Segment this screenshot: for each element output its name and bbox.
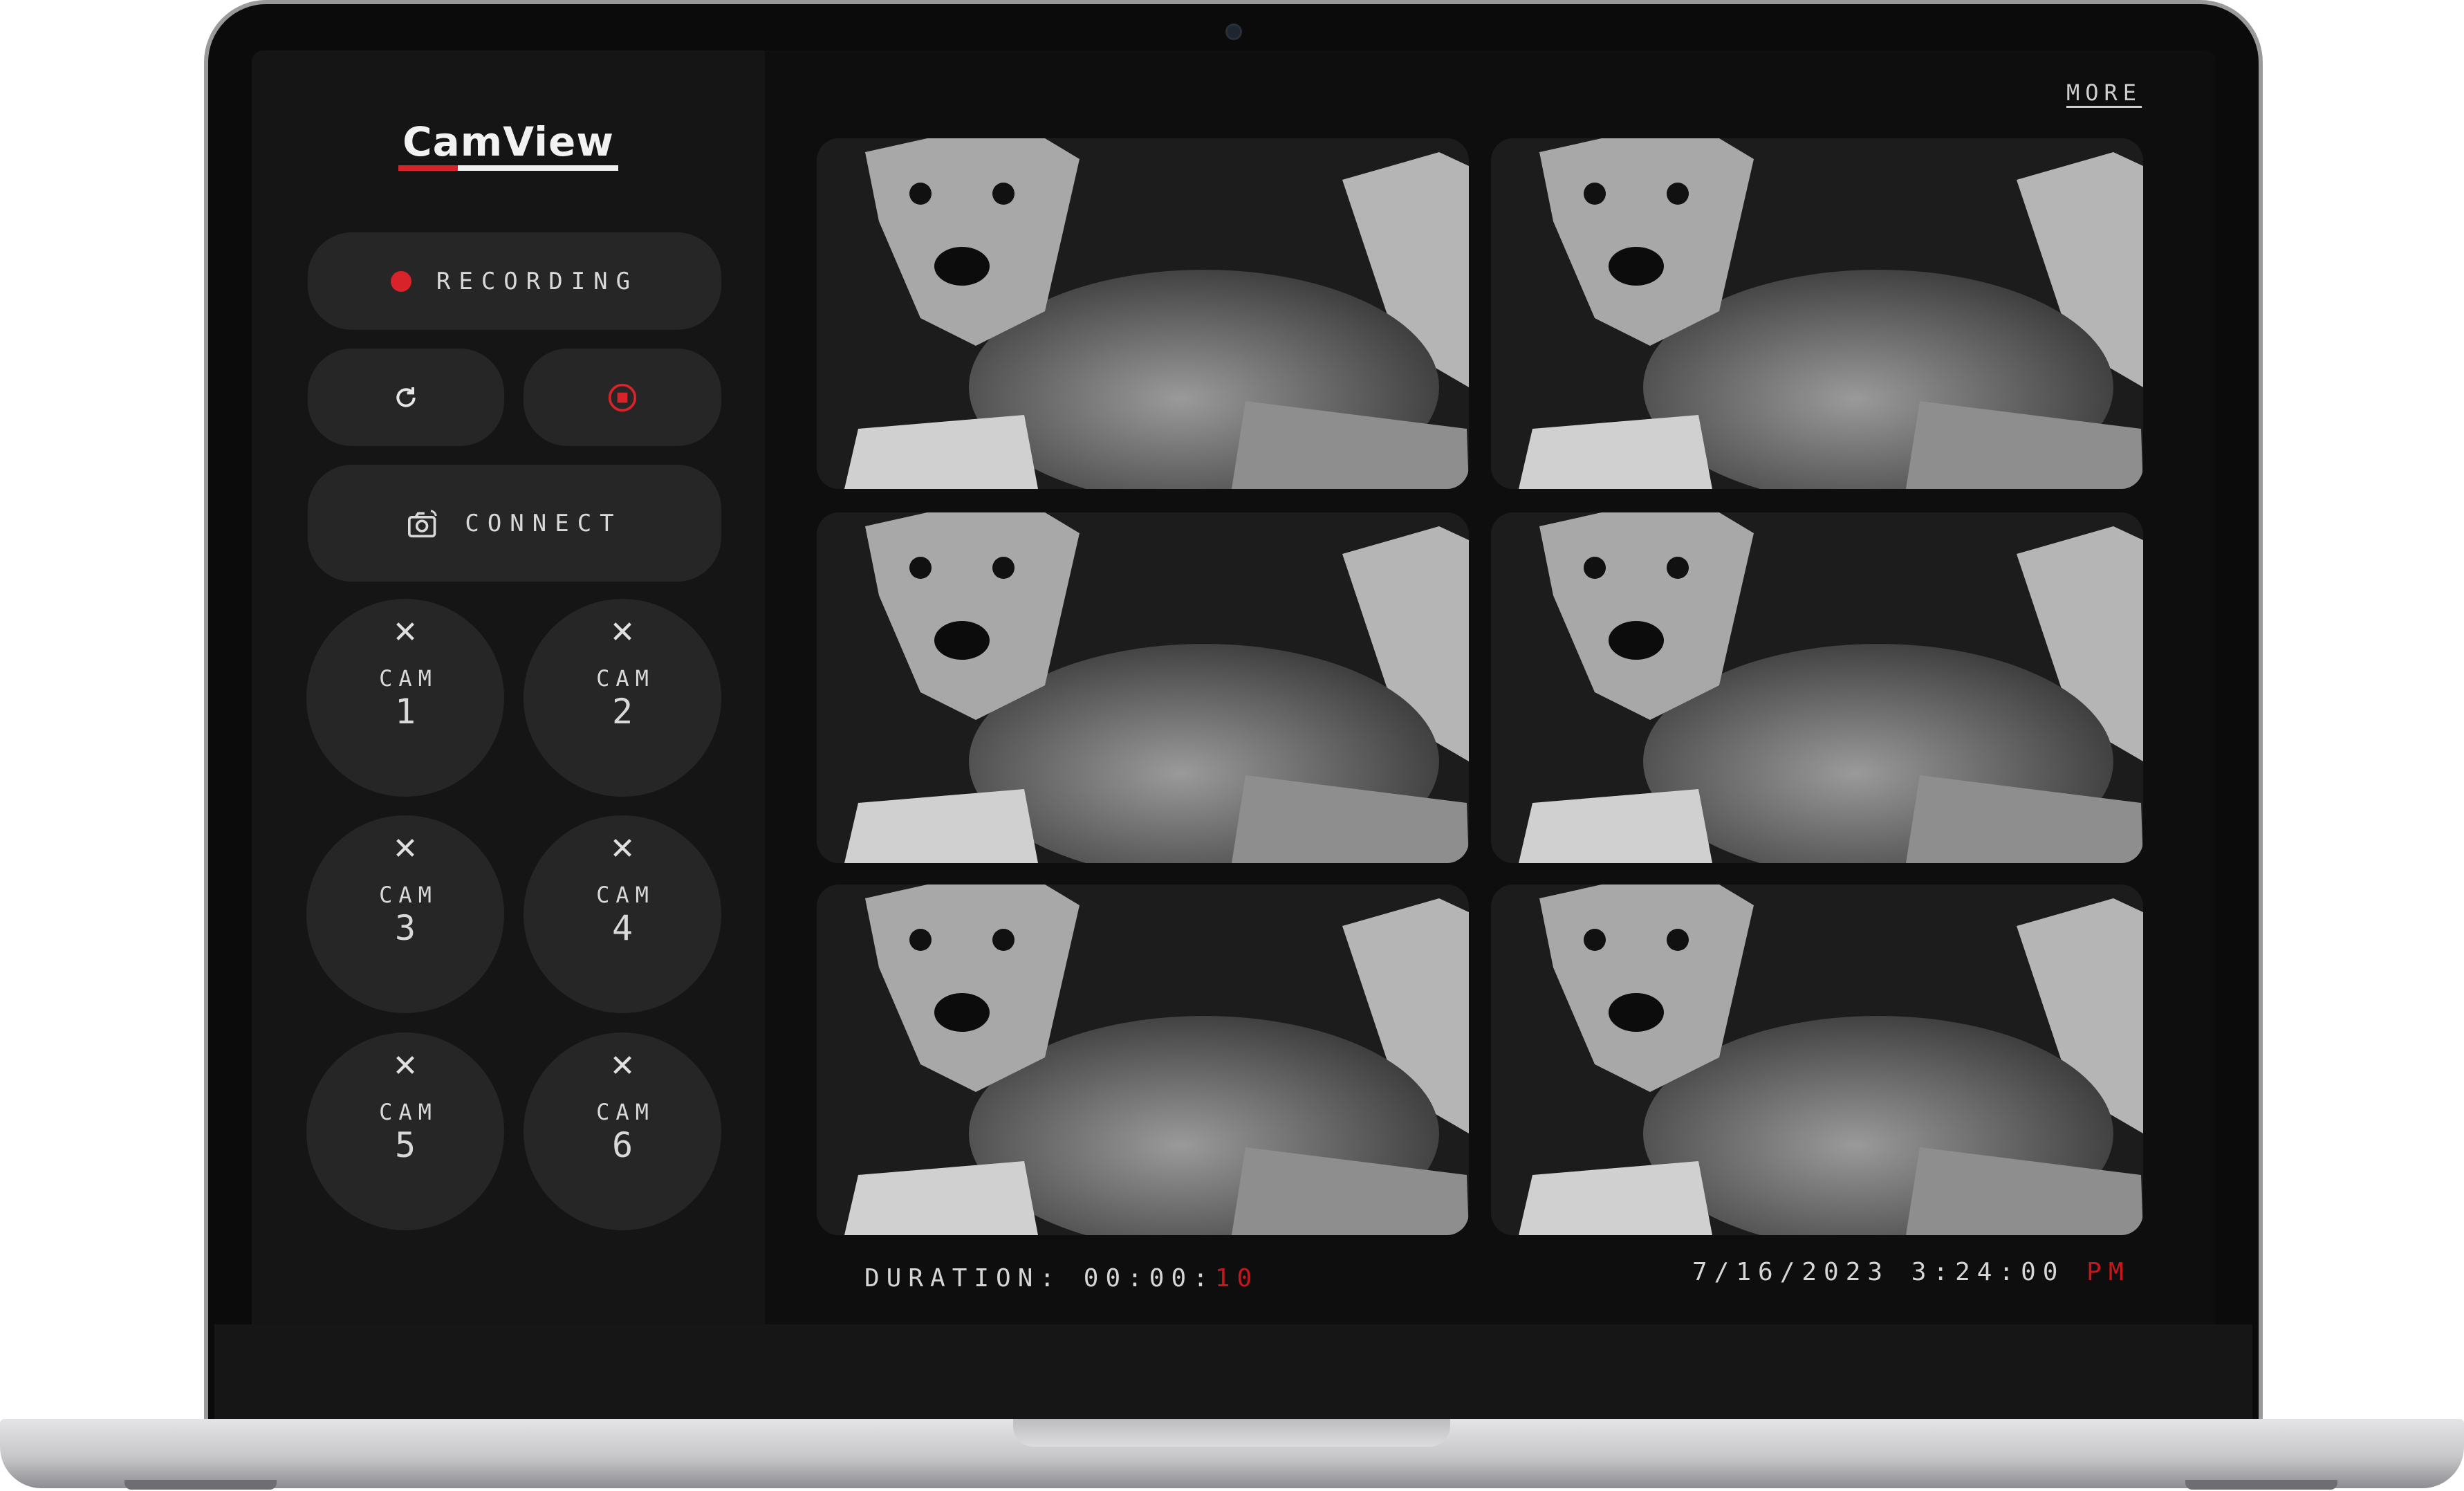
laptop-foot [2185, 1480, 2337, 1490]
cam-6-button[interactable]: ✕ CAM 6 [524, 1032, 721, 1230]
camera-feed-image [1491, 138, 2143, 489]
close-icon[interactable]: ✕ [393, 615, 418, 650]
camera-feed-3[interactable] [817, 512, 1469, 863]
cam-number: 6 [611, 1125, 633, 1165]
laptop-chin [214, 1324, 2252, 1421]
app-window: CamView RECORDING CONNECT ✕ CAM 1 ✕ CAM … [252, 50, 2216, 1324]
duration-value: 00:00: [1083, 1264, 1215, 1293]
cam-5-button[interactable]: ✕ CAM 5 [306, 1032, 504, 1230]
camera-feed-1[interactable] [817, 138, 1469, 489]
sidebar: CamView RECORDING CONNECT ✕ CAM 1 ✕ CAM … [252, 50, 765, 1324]
camera-feed-image [817, 512, 1469, 863]
more-link[interactable]: MORE [2066, 80, 2142, 106]
duration-seconds: 10 [1214, 1264, 1259, 1293]
close-icon[interactable]: ✕ [610, 832, 636, 867]
cam-number: 1 [394, 692, 416, 732]
logo: CamView [398, 120, 618, 171]
stop-button[interactable] [524, 349, 721, 446]
recording-label: RECORDING [436, 267, 639, 295]
cam-number: 4 [611, 908, 633, 948]
camera-feed-6[interactable] [1491, 885, 2143, 1235]
connect-label: CONNECT [465, 509, 622, 537]
ampm-indicator: PM [2086, 1258, 2131, 1286]
cam-label: CAM [596, 882, 655, 908]
cam-number: 2 [611, 692, 633, 732]
refresh-button[interactable] [308, 349, 504, 446]
cam-number: 3 [394, 908, 416, 948]
laptop-notch [1013, 1419, 1450, 1447]
close-icon[interactable]: ✕ [610, 1049, 636, 1084]
cam-label: CAM [379, 1099, 438, 1125]
close-icon[interactable]: ✕ [610, 615, 636, 650]
cam-label: CAM [596, 1099, 655, 1125]
cam-2-button[interactable]: ✕ CAM 2 [524, 599, 721, 797]
camera-feed-5[interactable] [817, 885, 1469, 1235]
cam-3-button[interactable]: ✕ CAM 3 [306, 815, 504, 1013]
laptop-foot [124, 1480, 277, 1490]
camera-feed-image [1491, 512, 2143, 863]
camera-feed-image [1491, 885, 2143, 1235]
datetime-value: 7/16/2023 3:24:00 [1692, 1258, 2065, 1286]
refresh-icon [396, 387, 416, 407]
close-icon[interactable]: ✕ [393, 1049, 418, 1084]
cam-label: CAM [596, 665, 655, 692]
connect-button[interactable]: CONNECT [308, 465, 721, 582]
logo-underline [398, 165, 618, 171]
recording-button[interactable]: RECORDING [308, 232, 721, 330]
webcam [1225, 24, 1242, 40]
close-icon[interactable]: ✕ [393, 832, 418, 867]
camera-feed-2[interactable] [1491, 138, 2143, 489]
duration-label: DURATION: [864, 1264, 1062, 1293]
stop-record-icon [608, 383, 637, 411]
camera-feed-image [817, 138, 1469, 489]
camera-feed-image [817, 885, 1469, 1235]
camera-icon [408, 509, 438, 537]
logo-text: CamView [402, 118, 614, 165]
cam-number: 5 [394, 1125, 416, 1165]
cam-1-button[interactable]: ✕ CAM 1 [306, 599, 504, 797]
record-dot-icon [390, 270, 411, 292]
cam-4-button[interactable]: ✕ CAM 4 [524, 815, 721, 1013]
camera-feed-4[interactable] [1491, 512, 2143, 863]
cam-label: CAM [379, 665, 438, 692]
duration-readout: DURATION: 00:00:10 [864, 1264, 1259, 1293]
datetime-readout: 7/16/2023 3:24:00 PM [1692, 1258, 2131, 1286]
cam-label: CAM [379, 882, 438, 908]
